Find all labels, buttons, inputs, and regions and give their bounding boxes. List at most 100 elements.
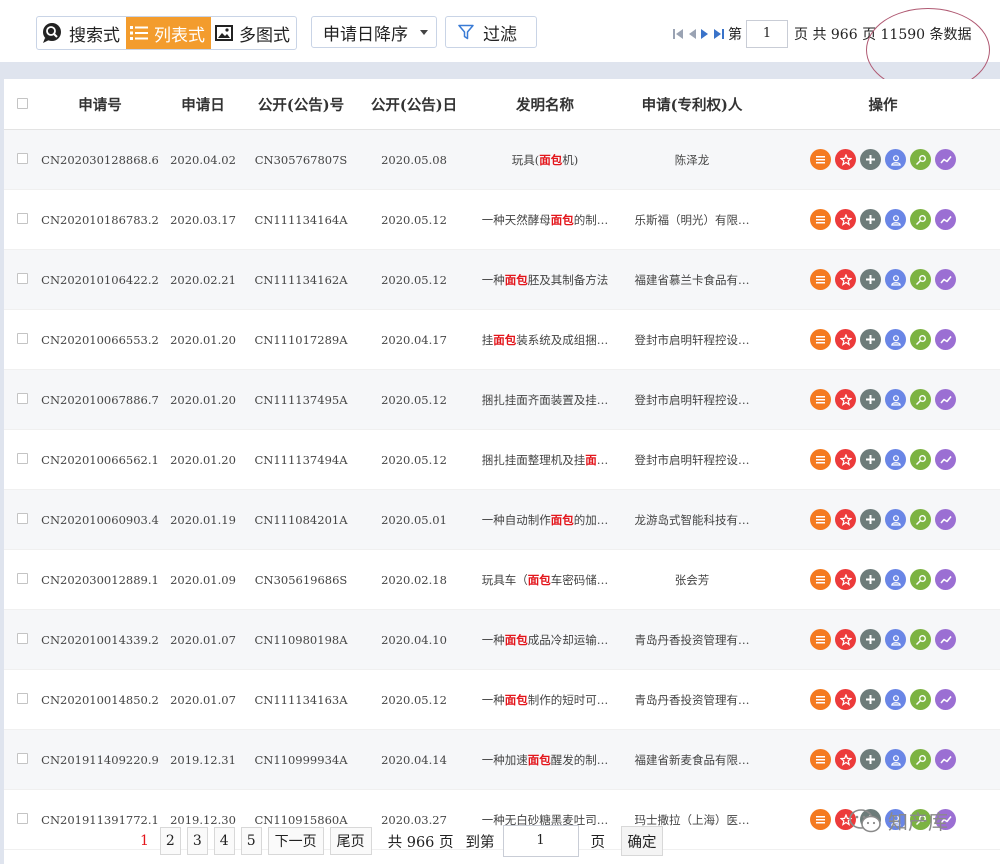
first-page-icon[interactable] — [672, 28, 684, 40]
star-button[interactable] — [835, 149, 856, 170]
list-detail-button[interactable] — [810, 329, 831, 350]
page-number-input[interactable]: 1 — [746, 20, 788, 48]
user-button[interactable] — [885, 509, 906, 530]
cell-app-no[interactable]: CN202010014339.2 — [40, 609, 160, 670]
cell-title[interactable]: 玩具(面包机) — [472, 129, 618, 190]
star-button[interactable] — [835, 389, 856, 410]
list-detail-button[interactable] — [810, 269, 831, 290]
plus-button[interactable] — [860, 209, 881, 230]
cell-title[interactable]: 一种加速面包醒发的制… — [472, 729, 618, 790]
trend-button[interactable] — [935, 389, 956, 410]
row-checkbox[interactable] — [16, 152, 28, 164]
search-key-button[interactable] — [910, 449, 931, 470]
list-detail-button[interactable] — [810, 209, 831, 230]
page-link-5[interactable]: 5 — [240, 827, 262, 855]
user-button[interactable] — [885, 449, 906, 470]
row-checkbox[interactable] — [16, 812, 28, 824]
list-detail-button[interactable] — [810, 389, 831, 410]
table-row[interactable]: CN202010186783.2 2020.03.17 CN111134164A 20… — [4, 189, 1000, 250]
plus-button[interactable] — [860, 569, 881, 590]
plus-button[interactable] — [860, 689, 881, 710]
table-row[interactable]: CN202010067886.7 2020.01.20 CN111137495A 20… — [4, 369, 1000, 430]
table-row[interactable]: CN202010014850.2 2020.01.07 CN111134163A 20… — [4, 669, 1000, 730]
table-row[interactable]: CN202010060903.4 2020.01.19 CN111084201A 20… — [4, 489, 1000, 550]
table-row[interactable]: CN202010066562.1 2020.01.20 CN111137494A 20… — [4, 429, 1000, 490]
trend-button[interactable] — [935, 149, 956, 170]
search-key-button[interactable] — [910, 749, 931, 770]
search-key-button[interactable] — [910, 509, 931, 530]
search-key-button[interactable] — [910, 269, 931, 290]
star-button[interactable] — [835, 329, 856, 350]
view-search-button[interactable]: 搜索式 — [37, 17, 126, 49]
page-link-4[interactable]: 4 — [213, 827, 235, 855]
table-row[interactable]: CN202010066553.2 2020.01.20 CN111017289A 20… — [4, 309, 1000, 370]
trend-button[interactable] — [935, 209, 956, 230]
table-row[interactable]: CN201911409220.9 2019.12.31 CN110999934A 20… — [4, 729, 1000, 790]
list-detail-button[interactable] — [810, 629, 831, 650]
list-detail-button[interactable] — [810, 689, 831, 710]
plus-button[interactable] — [860, 629, 881, 650]
cell-title[interactable]: 一种面包成品冷却运输… — [472, 609, 618, 670]
prev-page-icon[interactable] — [687, 28, 697, 40]
star-button[interactable] — [835, 509, 856, 530]
confirm-button[interactable]: 确定 — [621, 826, 664, 856]
cell-app-no[interactable]: CN202010106422.2 — [40, 249, 160, 310]
star-button[interactable] — [835, 569, 856, 590]
cell-title[interactable]: 捆扎挂面齐面装置及挂… — [472, 369, 618, 430]
list-detail-button[interactable] — [810, 749, 831, 770]
cell-app-no[interactable]: CN202010014850.2 — [40, 669, 160, 730]
table-row[interactable]: CN202010106422.2 2020.02.21 CN111134162A 20… — [4, 249, 1000, 310]
select-all-checkbox[interactable] — [16, 97, 28, 109]
cell-app-no[interactable]: CN202010066562.1 — [40, 429, 160, 490]
trend-button[interactable] — [935, 629, 956, 650]
search-key-button[interactable] — [910, 329, 931, 350]
plus-button[interactable] — [860, 509, 881, 530]
row-checkbox[interactable] — [16, 392, 28, 404]
search-key-button[interactable] — [910, 389, 931, 410]
cell-title[interactable]: 一种自动制作面包的加… — [472, 489, 618, 550]
user-button[interactable] — [885, 329, 906, 350]
cell-title[interactable]: 一种天然酵母面包的制… — [472, 189, 618, 250]
plus-button[interactable] — [860, 449, 881, 470]
cell-app-no[interactable]: CN202010066553.2 — [40, 309, 160, 370]
row-checkbox[interactable] — [16, 692, 28, 704]
cell-app-no[interactable]: CN202010060903.4 — [40, 489, 160, 550]
row-checkbox[interactable] — [16, 212, 28, 224]
trend-button[interactable] — [935, 449, 956, 470]
search-key-button[interactable] — [910, 569, 931, 590]
user-button[interactable] — [885, 629, 906, 650]
trend-button[interactable] — [935, 269, 956, 290]
list-detail-button[interactable] — [810, 809, 831, 830]
page-link-3[interactable]: 3 — [186, 827, 208, 855]
cell-title[interactable]: 一种面包制作的短时可… — [472, 669, 618, 730]
list-detail-button[interactable] — [810, 449, 831, 470]
cell-app-no[interactable]: CN202010067886.7 — [40, 369, 160, 430]
trend-button[interactable] — [935, 509, 956, 530]
trend-button[interactable] — [935, 329, 956, 350]
trend-button[interactable] — [935, 569, 956, 590]
star-button[interactable] — [835, 269, 856, 290]
last-page-icon[interactable] — [713, 28, 725, 40]
star-button[interactable] — [835, 629, 856, 650]
user-button[interactable] — [885, 269, 906, 290]
list-detail-button[interactable] — [810, 149, 831, 170]
trend-button[interactable] — [935, 749, 956, 770]
next-page-icon[interactable] — [700, 28, 710, 40]
next-page-button[interactable]: 下一页 — [267, 827, 324, 855]
cell-title[interactable]: 一种面包胚及其制备方法 — [472, 249, 618, 310]
plus-button[interactable] — [860, 329, 881, 350]
search-key-button[interactable] — [910, 149, 931, 170]
table-row[interactable]: CN202010014339.2 2020.01.07 CN110980198A 20… — [4, 609, 1000, 670]
user-button[interactable] — [885, 209, 906, 230]
list-detail-button[interactable] — [810, 569, 831, 590]
search-key-button[interactable] — [910, 629, 931, 650]
cell-title[interactable]: 玩具车（面包车密码储… — [472, 549, 618, 610]
view-list-button[interactable]: 列表式 — [126, 17, 211, 49]
cell-app-no[interactable]: CN201911409220.9 — [40, 729, 160, 790]
cell-app-no[interactable]: CN202030128868.6 — [40, 129, 160, 190]
trend-button[interactable] — [935, 689, 956, 710]
last-page-button[interactable]: 尾页 — [329, 827, 372, 855]
star-button[interactable] — [835, 209, 856, 230]
plus-button[interactable] — [860, 749, 881, 770]
table-row[interactable]: CN202030012889.1 2020.01.09 CN305619686S 20… — [4, 549, 1000, 610]
